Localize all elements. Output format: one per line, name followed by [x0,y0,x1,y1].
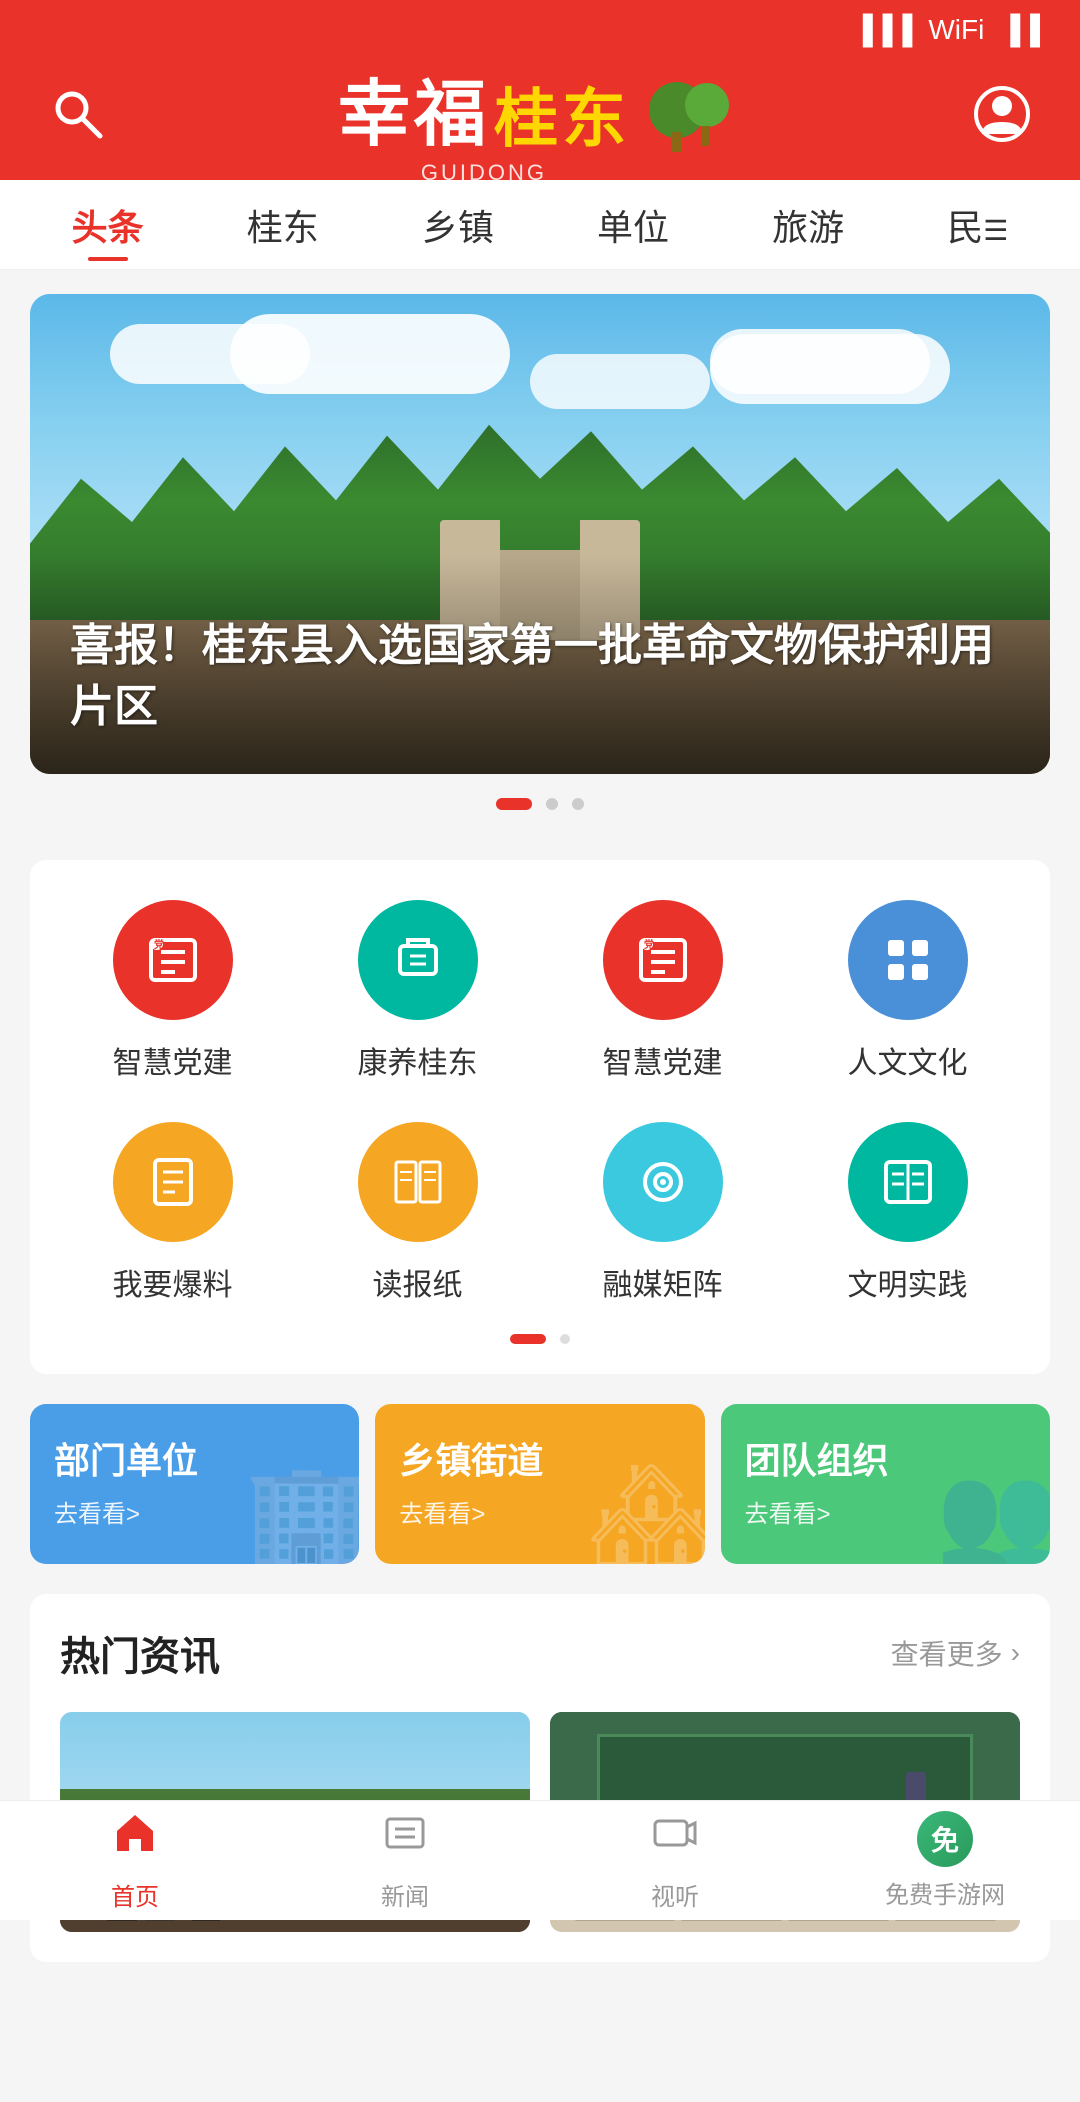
hot-news-more-arrow: › [1011,1637,1020,1669]
video-icon [651,1809,699,1869]
bottom-nav-mianfei[interactable]: 免 免费手游网 [810,1811,1080,1910]
app-title-main: 幸福 [338,55,490,160]
grid-dot-2 [560,1334,570,1344]
bottom-nav-video[interactable]: 视听 [540,1809,810,1912]
grid-pagination-dots [50,1334,1030,1344]
icon-label-dubaozhiue: 读报纸 [373,1260,463,1304]
banner-carousel[interactable]: 喜报！桂东县入选国家第一批革命文物保护利用片区 [30,294,1050,774]
user-icon[interactable] [974,86,1030,155]
nav-tab-minsheng[interactable]: 民☰ [931,191,1024,259]
bottom-nav-video-label: 视听 [651,1877,699,1912]
news-icon [381,1809,429,1869]
nav-tabs: 头条 桂东 乡镇 单位 旅游 民☰ [0,180,1080,270]
svg-text:党: 党 [644,938,654,951]
icon-item-zhihuidangjian2[interactable]: 党 智慧党建 [540,900,785,1082]
icon-circle-renwenwenhua [848,900,968,1020]
icon-item-renwenwenhua[interactable]: 人文文化 [785,900,1030,1082]
svg-text:党: 党 [154,938,164,951]
app-title-sub: 桂东 [494,68,630,160]
grid-dot-1 [510,1334,546,1344]
tree-icon [642,80,742,160]
hot-news-header: 热门资讯 查看更多 › [60,1624,1020,1682]
status-icons: ▐▐▐ WiFi ▐▐ [853,14,1040,46]
home-icon [111,1809,159,1869]
cat-card-xiangzhenJiedao[interactable]: 乡镇街道 去看看> 🏘 [375,1404,704,1564]
bottom-nav-mianfei-label: 免费手游网 [885,1875,1005,1910]
banner-caption: 喜报！桂东县入选国家第一批革命文物保护利用片区 [30,555,1050,774]
icon-circle-wenming [848,1122,968,1242]
icon-circle-wobaoliao [113,1122,233,1242]
wifi-icon: WiFi [928,14,984,46]
icon-label-zhihuidangjian1: 智慧党建 [113,1038,233,1082]
category-cards: 部门单位 去看看> 🏢 乡镇街道 去看看> 🏘 团队组织 去看看> 👥 [30,1404,1050,1564]
cat-card-tuanduiZuzhi[interactable]: 团队组织 去看看> 👥 [721,1404,1050,1564]
mianfei-logo: 免 [917,1811,973,1867]
bottom-nav: 首页 新闻 视听 免 免费手游网 [0,1800,1080,1920]
nav-tab-toutiao[interactable]: 头条 [56,191,160,259]
signal-icon: ▐▐▐ [853,14,913,46]
icon-item-wobaoliao[interactable]: 我要爆料 [50,1122,295,1304]
bottom-nav-news-label: 新闻 [381,1877,429,1912]
banner-dots [0,798,1080,810]
battery-icon: ▐▐ [1000,14,1040,46]
app-title-block: 幸福 桂东 GUIDONG [338,55,742,186]
nav-tab-guidong[interactable]: 桂东 [231,191,335,259]
hot-news-more-label: 查看更多 [891,1633,1003,1673]
icon-label-wobaoliao: 我要爆料 [113,1260,233,1304]
cat-card-bumenDanwei[interactable]: 部门单位 去看看> 🏢 [30,1404,359,1564]
icon-label-kangyang: 康养桂东 [358,1038,478,1082]
hot-news-title: 热门资讯 [60,1624,220,1682]
cat-icon-xiangzhenJiedao: 🏘 [588,1457,705,1564]
icon-label-rongmei: 融媒矩阵 [603,1260,723,1304]
nav-tab-xiangzhen[interactable]: 乡镇 [406,191,510,259]
nav-tab-lvyou[interactable]: 旅游 [756,191,860,259]
search-icon[interactable] [50,86,106,155]
icon-label-zhihuidangjian2: 智慧党建 [603,1038,723,1082]
icon-item-rongmei[interactable]: 融媒矩阵 [540,1122,785,1304]
icon-grid-container: 党 智慧党建 康养桂东 [30,860,1050,1374]
icon-item-dubaozhiue[interactable]: 读报纸 [295,1122,540,1304]
icon-circle-zhihuidangjian2: 党 [603,900,723,1020]
icon-item-zhihuidangjian1[interactable]: 党 智慧党建 [50,900,295,1082]
icon-item-kangyang[interactable]: 康养桂东 [295,900,540,1082]
bottom-nav-home-label: 首页 [111,1877,159,1912]
status-bar: ▐▐▐ WiFi ▐▐ [0,0,1080,60]
bottom-nav-home[interactable]: 首页 [0,1809,270,1912]
icon-circle-dubaozhiue [358,1122,478,1242]
icon-label-renwenwenhua: 人文文化 [848,1038,968,1082]
cat-icon-tuanduiZuzhi: 👥 [935,1457,1050,1564]
dot-2 [546,798,558,810]
icon-circle-zhihuidangjian1: 党 [113,900,233,1020]
nav-tab-danwei[interactable]: 单位 [581,191,685,259]
dot-3 [572,798,584,810]
icon-item-wenming[interactable]: 文明实践 [785,1122,1030,1304]
cat-icon-bumenDanwei: 🏢 [245,1457,360,1564]
hot-news-more[interactable]: 查看更多 › [891,1633,1020,1673]
icon-circle-kangyang [358,900,478,1020]
bottom-nav-news[interactable]: 新闻 [270,1809,540,1912]
app-guidong-label: GUIDONG [421,160,547,186]
icon-label-wenming: 文明实践 [848,1260,968,1304]
app-header: 幸福 桂东 GUIDONG [0,60,1080,180]
dot-1 [496,798,532,810]
icon-circle-rongmei [603,1122,723,1242]
icon-grid: 党 智慧党建 康养桂东 [50,900,1030,1304]
